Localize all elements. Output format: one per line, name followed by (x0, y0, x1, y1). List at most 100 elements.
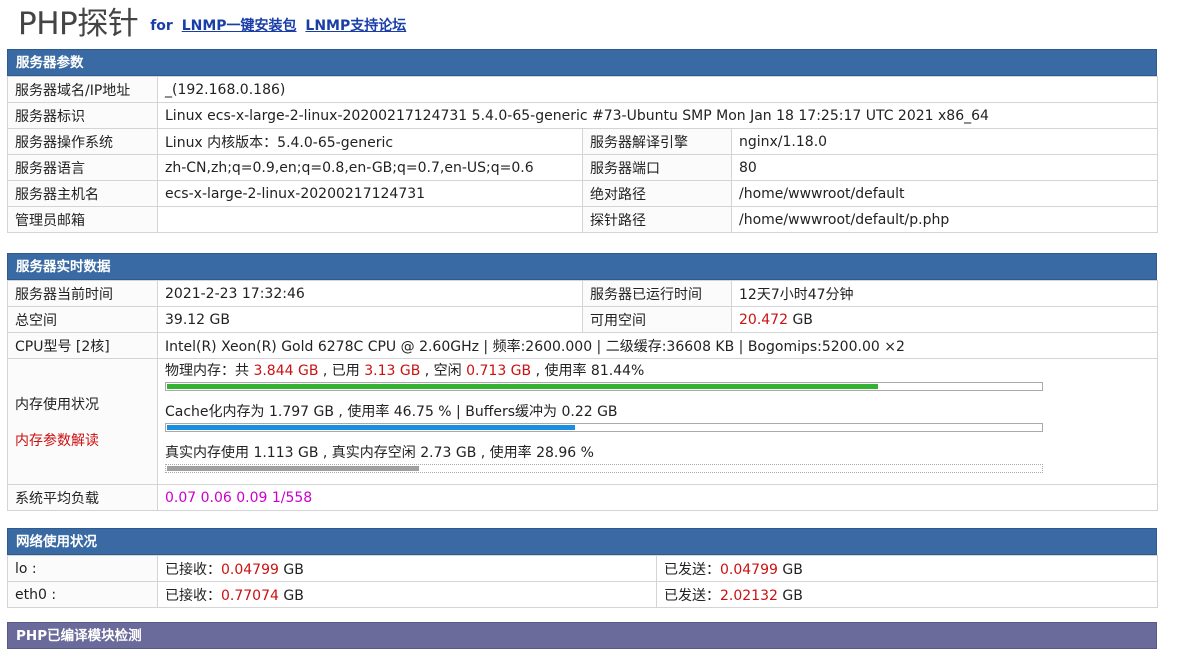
network-section: 网络使用状况 lo : 已接收：0.04799 GB 已发送：0.04799 G… (7, 528, 1158, 608)
page-header: PHP探针 for LNMP一键安装包 LNMP支持论坛 (18, 0, 406, 42)
physical-memory-prefix: 物理内存：共 (165, 363, 249, 379)
uptime-label: 服务器已运行时间 (582, 280, 732, 307)
send-label: 已发送： (664, 561, 720, 578)
realtime-section: 服务器实时数据 服务器当前时间 2021-2-23 17:32:46 服务器已运… (7, 253, 1158, 511)
memory-detail-cell: 物理内存：共 3.844 GB , 已用 3.13 GB , 空闲 0.713 … (157, 358, 1158, 485)
load-avg-value: 0.07 0.06 0.09 1/558 (157, 484, 1158, 511)
lnmp-forum-link[interactable]: LNMP支持论坛 (305, 18, 406, 34)
server-params-header: 服务器参数 (7, 49, 1157, 76)
total-space-label: 总空间 (7, 306, 158, 333)
free-space-unit: GB (792, 311, 813, 328)
network-recv-cell: 已接收：0.04799 GB (157, 555, 657, 582)
os-label: 服务器操作系统 (7, 128, 158, 155)
network-table: lo : 已接收：0.04799 GB 已发送：0.04799 GB eth0 … (7, 555, 1158, 608)
free-space-cell: 20.472 GB (731, 306, 1158, 333)
realtime-header: 服务器实时数据 (7, 253, 1157, 280)
physical-memory-rate: , 使用率 81.44% (535, 363, 645, 379)
engine-value: nginx/1.18.0 (730, 128, 1159, 155)
send-unit: GB (782, 587, 803, 604)
load-avg-label: 系统平均负载 (7, 484, 158, 511)
free-space-value: 20.472 (739, 311, 788, 328)
port-label: 服务器端口 (582, 154, 732, 181)
for-text: for (150, 18, 173, 34)
physical-memory-used: 3.13 GB (364, 363, 421, 379)
physical-memory-free-label: , 空闲 (424, 363, 462, 379)
table-row: CPU型号 [2核] Intel(R) Xeon(R) Gold 6278C C… (7, 332, 1158, 359)
table-row: 系统平均负载 0.07 0.06 0.09 1/558 (7, 484, 1158, 511)
network-send-cell: 已发送：0.04799 GB (656, 555, 1158, 582)
memory-label: 内存使用状况 (15, 396, 99, 413)
table-row: 总空间 39.12 GB 可用空间 20.472 GB (7, 306, 1158, 333)
page-title: PHP探针 (18, 6, 139, 42)
memory-label-cell: 内存使用状况 内存参数解读 (7, 358, 158, 485)
server-params-section: 服务器参数 服务器域名/IP地址 _(192.168.0.186) 服务器标识 … (7, 49, 1159, 233)
admin-email-value (157, 206, 583, 233)
lang-label: 服务器语言 (7, 154, 158, 181)
hostname-label: 服务器主机名 (7, 180, 158, 207)
table-row: 管理员邮箱 探针路径 /home/wwwroot/default/p.php (7, 206, 1159, 233)
free-space-label: 可用空间 (582, 306, 732, 333)
table-row: 服务器语言 zh-CN,zh;q=0.9,en;q=0.8,en-GB;q=0.… (7, 154, 1159, 181)
cpu-value: Intel(R) Xeon(R) Gold 6278C CPU @ 2.60GH… (157, 332, 1158, 359)
network-recv-cell: 已接收：0.77074 GB (157, 581, 657, 608)
recv-unit: GB (283, 587, 304, 604)
network-iface-name: eth0 : (7, 581, 158, 608)
lang-value: zh-CN,zh;q=0.9,en;q=0.8,en-GB;q=0.7,en-U… (157, 154, 583, 181)
probe-path-value: /home/wwwroot/default/p.php (730, 206, 1159, 233)
send-value: 0.04799 (720, 561, 778, 578)
send-unit: GB (782, 561, 803, 578)
real-memory-bar-fill (167, 466, 419, 471)
physical-memory-bar (165, 382, 1043, 391)
physical-memory-total: 3.844 GB (253, 363, 319, 379)
uptime-value: 12天7小时47分钟 (731, 280, 1158, 307)
probe-path-label: 探针路径 (582, 206, 732, 233)
recv-unit: GB (283, 561, 304, 578)
recv-label: 已接收： (165, 587, 221, 604)
real-memory-line: 真实内存使用 1.113 GB , 真实内存空闲 2.73 GB , 使用率 2… (165, 445, 594, 461)
current-time-label: 服务器当前时间 (7, 280, 158, 307)
table-row: 服务器主机名 ecs-x-large-2-linux-2020021712473… (7, 180, 1159, 207)
table-row: 服务器域名/IP地址 _(192.168.0.186) (7, 76, 1159, 103)
table-row: 服务器标识 Linux ecs-x-large-2-linux-20200217… (7, 102, 1159, 129)
server-params-table: 服务器域名/IP地址 _(192.168.0.186) 服务器标识 Linux … (7, 76, 1159, 233)
server-id-value: Linux ecs-x-large-2-linux-20200217124731… (156, 102, 1159, 129)
table-row: eth0 : 已接收：0.77074 GB 已发送：2.02132 GB (7, 581, 1158, 608)
recv-value: 0.77074 (221, 587, 279, 604)
recv-label: 已接收： (165, 561, 221, 578)
network-header: 网络使用状况 (7, 528, 1157, 555)
realtime-table: 服务器当前时间 2021-2-23 17:32:46 服务器已运行时间 12天7… (7, 280, 1158, 511)
network-send-cell: 已发送：2.02132 GB (656, 581, 1158, 608)
tagline: for LNMP一键安装包 LNMP支持论坛 (150, 15, 406, 42)
server-id-label: 服务器标识 (7, 102, 158, 129)
cpu-label: CPU型号 [2核] (7, 332, 158, 359)
network-iface-name: lo : (7, 555, 158, 582)
port-value: 80 (730, 154, 1159, 181)
physical-memory-free: 0.713 GB (466, 363, 532, 379)
cache-memory-bar (165, 423, 1043, 432)
physical-memory-line: 物理内存：共 3.844 GB , 已用 3.13 GB , 空闲 0.713 … (165, 361, 1157, 381)
table-row: 服务器操作系统 Linux 内核版本：5.4.0-65-generic 服务器解… (7, 128, 1159, 155)
admin-email-label: 管理员邮箱 (7, 206, 158, 233)
cache-memory-bar-fill (167, 425, 575, 430)
physical-memory-bar-fill (167, 384, 879, 389)
os-value: Linux 内核版本：5.4.0-65-generic (157, 128, 583, 155)
table-row: 服务器当前时间 2021-2-23 17:32:46 服务器已运行时间 12天7… (7, 280, 1158, 307)
send-value: 2.02132 (720, 587, 778, 604)
lnmp-package-link[interactable]: LNMP一键安装包 (182, 18, 297, 34)
domain-value: _(192.168.0.186) (156, 76, 1159, 103)
engine-label: 服务器解译引擎 (582, 128, 732, 155)
recv-value: 0.04799 (221, 561, 279, 578)
send-label: 已发送： (664, 587, 720, 604)
table-row: 内存使用状况 内存参数解读 物理内存：共 3.844 GB , 已用 3.13 … (7, 358, 1158, 485)
abspath-value: /home/wwwroot/default (730, 180, 1159, 207)
current-time-value: 2021-2-23 17:32:46 (157, 280, 583, 307)
memory-info-link[interactable]: 内存参数解读 (15, 430, 157, 450)
hostname-value: ecs-x-large-2-linux-20200217124731 (157, 180, 583, 207)
domain-label: 服务器域名/IP地址 (7, 76, 158, 103)
physical-memory-used-label: , 已用 (322, 363, 360, 379)
abspath-label: 绝对路径 (582, 180, 732, 207)
table-row: lo : 已接收：0.04799 GB 已发送：0.04799 GB (7, 555, 1158, 582)
cache-memory-line: Cache化内存为 1.797 GB , 使用率 46.75 % | Buffe… (165, 404, 618, 420)
real-memory-bar (165, 464, 1043, 473)
total-space-value: 39.12 GB (157, 306, 583, 333)
